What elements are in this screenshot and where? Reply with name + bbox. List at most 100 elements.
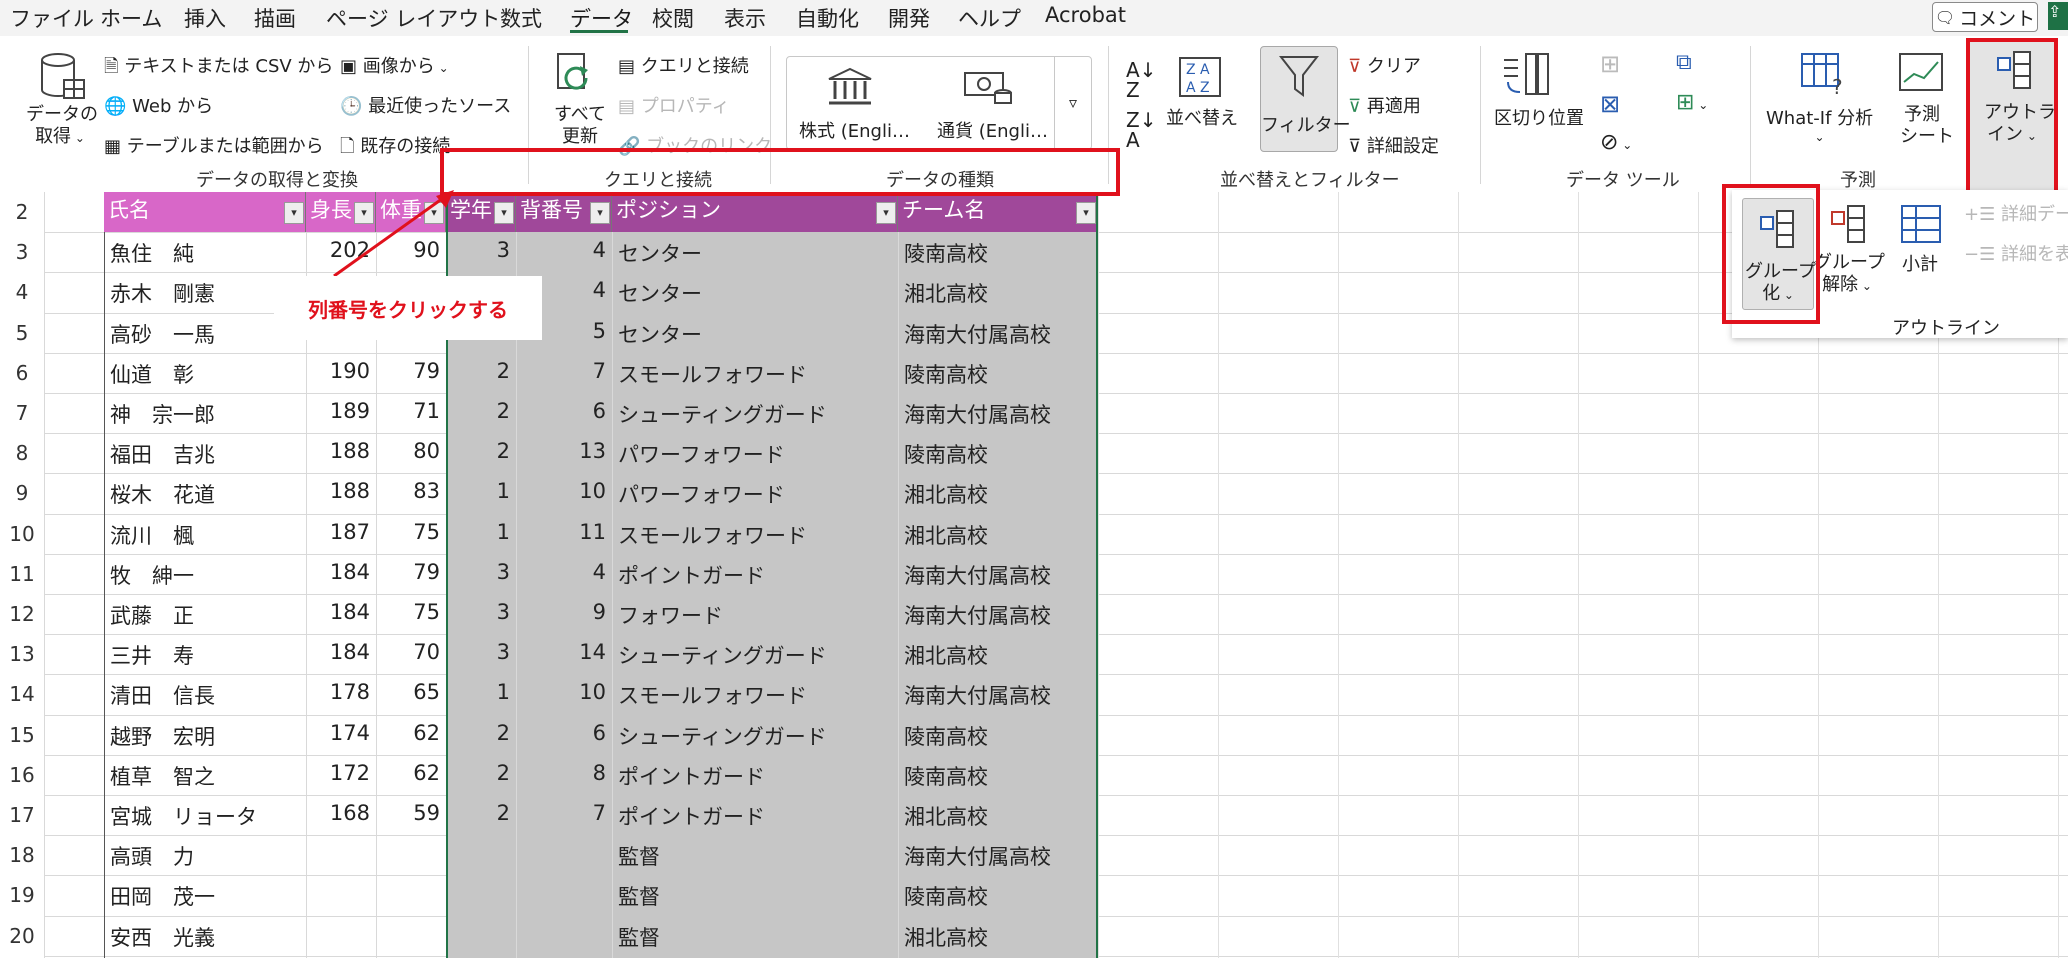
- table-cell[interactable]: 187: [312, 520, 370, 544]
- flash-fill-icon[interactable]: ⊞: [1600, 50, 1620, 78]
- table-cell[interactable]: センター: [618, 238, 892, 268]
- queries-connections-button[interactable]: ▤ クエリと接続: [618, 52, 749, 78]
- row-header[interactable]: 11: [0, 562, 44, 586]
- table-cell[interactable]: 監督: [618, 841, 892, 871]
- table-cell[interactable]: 4: [522, 238, 606, 262]
- filter-dropdown-icon[interactable]: ▾: [590, 202, 610, 224]
- clear-filter-button[interactable]: ⊽ クリア: [1348, 52, 1421, 78]
- table-cell[interactable]: 80: [382, 439, 440, 463]
- table-cell[interactable]: 赤木 剛憲: [110, 278, 300, 308]
- row-header[interactable]: 3: [0, 240, 44, 264]
- table-cell[interactable]: 2: [452, 399, 510, 423]
- forecast-sheet-button[interactable]: 予測 シート: [1900, 104, 1954, 148]
- table-cell[interactable]: 178: [312, 680, 370, 704]
- web-button[interactable]: 🌐 Web から: [104, 92, 213, 118]
- table-cell[interactable]: 湘北高校: [904, 479, 1092, 509]
- table-cell[interactable]: 8: [522, 761, 606, 785]
- table-cell[interactable]: フォワード: [618, 600, 892, 630]
- from-image-button[interactable]: ▣ 画像から ⌄: [340, 52, 449, 78]
- table-cell[interactable]: 神 宗一郎: [110, 399, 300, 429]
- text-csv-button[interactable]: 🗎 テキストまたは CSV から: [104, 52, 333, 84]
- data-types-gallery[interactable]: 株式 (Engli… 通貨 (Engli…: [786, 56, 1092, 150]
- what-if-button[interactable]: What-If 分析 ⌄: [1766, 104, 1873, 144]
- table-cell[interactable]: 湘北高校: [904, 520, 1092, 550]
- table-cell[interactable]: スモールフォワード: [618, 520, 892, 550]
- table-cell[interactable]: 6: [522, 721, 606, 745]
- row-header[interactable]: 4: [0, 280, 44, 304]
- stocks-button[interactable]: 株式 (Engli…: [799, 117, 910, 143]
- row-header[interactable]: 8: [0, 441, 44, 465]
- table-cell[interactable]: 65: [382, 680, 440, 704]
- reapply-button[interactable]: ⊽ 再適用: [1348, 92, 1421, 118]
- table-cell[interactable]: 海南大付属高校: [904, 399, 1092, 429]
- currency-button[interactable]: 通貨 (Engli…: [937, 117, 1048, 143]
- table-cell[interactable]: 海南大付属高校: [904, 600, 1092, 630]
- tab-6[interactable]: データ: [570, 3, 633, 33]
- tab-2[interactable]: 挿入: [184, 3, 226, 33]
- get-data-button[interactable]: データの 取得 ⌄: [26, 104, 98, 149]
- consolidate-icon[interactable]: ⧉: [1676, 50, 1692, 75]
- table-cell[interactable]: 1: [452, 680, 510, 704]
- hide-detail-button[interactable]: −☰ 詳細を表: [1964, 240, 2068, 266]
- table-cell[interactable]: スモールフォワード: [618, 680, 892, 710]
- table-cell[interactable]: 陵南高校: [904, 721, 1092, 751]
- data-types-more-button[interactable]: ▿: [1054, 56, 1091, 148]
- tab-1[interactable]: ホーム: [100, 3, 162, 33]
- table-cell[interactable]: 1: [452, 520, 510, 544]
- row-header[interactable]: 2: [0, 200, 44, 224]
- table-cell[interactable]: 6: [522, 399, 606, 423]
- table-cell[interactable]: 高頭 力: [110, 841, 300, 871]
- table-cell[interactable]: センター: [618, 319, 892, 349]
- tab-11[interactable]: ヘルプ: [958, 3, 1021, 33]
- row-header[interactable]: 6: [0, 361, 44, 385]
- filter-dropdown-icon[interactable]: ▾: [1076, 202, 1096, 224]
- table-cell[interactable]: 190: [312, 359, 370, 383]
- table-cell[interactable]: パワーフォワード: [618, 479, 892, 509]
- table-cell[interactable]: 清田 信長: [110, 680, 300, 710]
- table-cell[interactable]: 湘北高校: [904, 922, 1092, 952]
- table-cell[interactable]: センター: [618, 278, 892, 308]
- table-cell[interactable]: 湘北高校: [904, 801, 1092, 831]
- row-header[interactable]: 15: [0, 723, 44, 747]
- table-cell[interactable]: 9: [522, 600, 606, 624]
- table-cell[interactable]: 10: [522, 680, 606, 704]
- header-cell[interactable]: ポジション: [612, 192, 898, 233]
- table-cell[interactable]: 184: [312, 560, 370, 584]
- sort-button[interactable]: 並べ替え: [1166, 104, 1238, 130]
- table-cell[interactable]: 仙道 彰: [110, 359, 300, 389]
- properties-button[interactable]: ▤ プロパティ: [618, 92, 730, 118]
- tab-7[interactable]: 校閲: [652, 3, 694, 33]
- table-cell[interactable]: 宮城 リョータ: [110, 801, 300, 831]
- row-header[interactable]: 19: [0, 883, 44, 907]
- table-cell[interactable]: 188: [312, 439, 370, 463]
- table-cell[interactable]: 2: [452, 359, 510, 383]
- row-header[interactable]: 14: [0, 682, 44, 706]
- table-cell[interactable]: 1: [452, 479, 510, 503]
- filter-dropdown-icon[interactable]: ▾: [284, 202, 304, 224]
- filter-button[interactable]: フィルター: [1260, 46, 1351, 152]
- table-cell[interactable]: 3: [452, 600, 510, 624]
- table-cell[interactable]: シューティングガード: [618, 399, 892, 429]
- row-header[interactable]: 20: [0, 924, 44, 948]
- table-cell[interactable]: 福田 吉兆: [110, 439, 300, 469]
- table-cell[interactable]: 田岡 茂一: [110, 881, 300, 911]
- table-cell[interactable]: 魚住 純: [110, 238, 300, 268]
- table-cell[interactable]: 湘北高校: [904, 640, 1092, 670]
- table-cell[interactable]: ポイントガード: [618, 761, 892, 791]
- refresh-all-button[interactable]: すべて 更新: [548, 104, 612, 148]
- data-model-icon[interactable]: ⊞ ⌄: [1676, 90, 1708, 115]
- table-cell[interactable]: 3: [452, 238, 510, 262]
- table-cell[interactable]: 83: [382, 479, 440, 503]
- table-cell[interactable]: ポイントガード: [618, 801, 892, 831]
- tab-3[interactable]: 描画: [254, 3, 296, 33]
- table-cell[interactable]: 59: [382, 801, 440, 825]
- table-cell[interactable]: 桜木 花道: [110, 479, 300, 509]
- row-header[interactable]: 9: [0, 481, 44, 505]
- advanced-filter-button[interactable]: ⊽ 詳細設定: [1348, 132, 1439, 158]
- row-header[interactable]: 5: [0, 321, 44, 345]
- table-cell[interactable]: 4: [522, 560, 606, 584]
- table-cell[interactable]: 11: [522, 520, 606, 544]
- table-cell[interactable]: 3: [452, 560, 510, 584]
- table-cell[interactable]: 2: [452, 801, 510, 825]
- tab-0[interactable]: ファイル: [10, 3, 94, 33]
